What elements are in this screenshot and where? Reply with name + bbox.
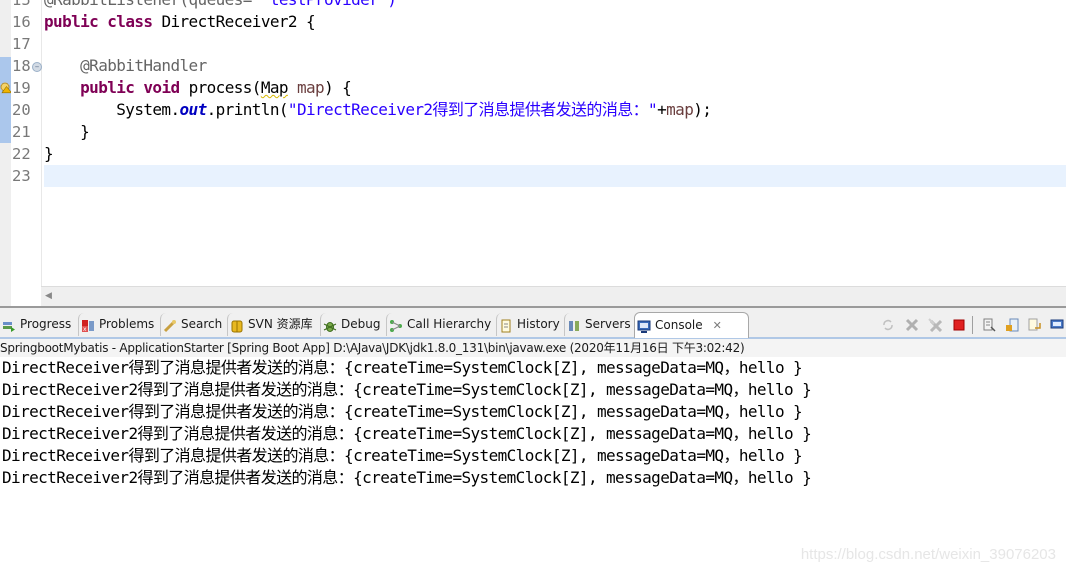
debug-icon <box>323 318 337 332</box>
code-line[interactable]: } <box>44 143 1066 165</box>
line-number: 23 <box>12 167 31 185</box>
horizontal-scrollbar[interactable]: ◀ <box>41 286 1066 307</box>
tab-label: Servers <box>585 317 631 331</box>
code-line[interactable]: } <box>44 121 1066 143</box>
tab-call-hierarchy[interactable]: Call Hierarchy <box>386 313 491 336</box>
tab-label: Problems <box>99 317 155 331</box>
code-token: ) { <box>324 78 352 97</box>
console-icon <box>637 319 651 333</box>
problems-icon: x <box>81 318 95 333</box>
code-editor[interactable]: 151617181920212223 − @RabbitListener(que… <box>0 0 1066 307</box>
line-number: 17 <box>12 35 31 53</box>
console-process-label: SpringbootMybatis - ApplicationStarter [… <box>0 339 1066 358</box>
servers-icon <box>567 318 581 332</box>
tab-label: History <box>517 317 560 331</box>
word-wrap-icon[interactable] <box>1028 317 1042 331</box>
line-number: 22 <box>12 145 31 163</box>
terminate-remove-icon[interactable] <box>905 317 919 332</box>
code-token: "testProvider") <box>252 0 397 9</box>
tab-label: Call Hierarchy <box>407 317 492 331</box>
code-token: process( <box>179 78 262 97</box>
fold-collapse-icon[interactable]: − <box>32 62 42 72</box>
display-console-icon[interactable] <box>1050 317 1064 331</box>
code-token: public <box>80 78 135 97</box>
tab-debug[interactable]: Debug <box>320 313 380 336</box>
line-number: 15 <box>12 0 31 9</box>
svg-text:x: x <box>83 326 87 333</box>
code-token: DirectReceiver2 { <box>152 12 316 31</box>
toolbar-separator <box>972 316 973 334</box>
progress-icon <box>2 318 16 332</box>
code-token: @RabbitListener(queues= <box>44 0 252 9</box>
code-line[interactable]: public class DirectReceiver2 { <box>44 11 1066 33</box>
line-number: 20 <box>12 101 31 119</box>
tab-label: Search <box>181 317 223 331</box>
panel-tab-bar: Progress x Problems Search SVN 资源库 Debug Call … <box>0 308 1066 339</box>
code-token: Map <box>260 78 289 97</box>
code-token: void <box>143 78 180 97</box>
scroll-lock-icon[interactable] <box>1005 317 1019 332</box>
code-token: @RabbitHandler <box>80 56 207 75</box>
overview-ruler <box>0 0 12 306</box>
relaunch-icon[interactable] <box>881 317 895 331</box>
close-icon[interactable]: ✕ <box>713 314 722 337</box>
console-line: DirectReceiver得到了消息提供者发送的消息：{createTime=… <box>2 446 803 465</box>
tab-problems[interactable]: x Problems <box>78 313 154 336</box>
code-token: .println( <box>206 100 289 119</box>
tab-servers[interactable]: Servers <box>564 313 631 336</box>
code-line[interactable]: @RabbitListener(queues= "testProvider") <box>44 0 1066 11</box>
code-token: ); <box>693 100 712 119</box>
code-token: } <box>44 144 54 163</box>
tab-search[interactable]: Search <box>160 313 222 336</box>
remove-all-terminated-icon[interactable] <box>928 317 943 333</box>
history-icon <box>499 318 513 332</box>
svn-repository-icon <box>230 318 244 332</box>
console-line: DirectReceiver2得到了消息提供者发送的消息：{createTime… <box>2 424 812 443</box>
code-line[interactable] <box>44 165 1066 187</box>
terminate-icon[interactable] <box>952 317 966 331</box>
code-area[interactable]: @RabbitListener(queues= "testProvider")p… <box>44 0 1066 286</box>
code-token: "DirectReceiver2得到了消息提供者发送的消息：" <box>287 100 658 119</box>
code-token: map <box>666 100 694 119</box>
code-line[interactable]: public void process(Map map) { <box>44 77 1066 99</box>
console-output[interactable]: DirectReceiver得到了消息提供者发送的消息：{createTime=… <box>0 357 1066 574</box>
tab-progress[interactable]: Progress <box>0 313 71 336</box>
line-number: 21 <box>12 123 31 141</box>
tab-svn[interactable]: SVN 资源库 <box>227 313 313 336</box>
code-token: map <box>296 78 325 97</box>
search-icon <box>163 318 177 332</box>
tab-label: Console <box>655 318 703 332</box>
console-line: DirectReceiver得到了消息提供者发送的消息：{createTime=… <box>2 402 803 421</box>
watermark: https://blog.csdn.net/weixin_39076203 <box>800 546 1056 563</box>
code-line[interactable] <box>44 33 1066 55</box>
tab-history[interactable]: History <box>496 313 560 336</box>
code-token: } <box>44 122 90 141</box>
tab-label: Debug <box>341 317 381 331</box>
tab-console[interactable]: Console ✕ <box>634 312 749 338</box>
console-line: DirectReceiver2得到了消息提供者发送的消息：{createTime… <box>2 468 812 487</box>
code-line[interactable]: @RabbitHandler <box>44 55 1066 77</box>
code-token: + <box>657 100 667 119</box>
console-line: DirectReceiver2得到了消息提供者发送的消息：{createTime… <box>2 380 812 399</box>
code-token: out <box>179 100 208 119</box>
clear-console-icon[interactable] <box>982 317 996 332</box>
call-hierarchy-icon <box>389 318 403 332</box>
code-line[interactable]: System.out.println("DirectReceiver2得到了消息… <box>44 99 1066 121</box>
code-token: System. <box>44 100 180 119</box>
line-number: 16 <box>12 13 31 31</box>
code-token: class <box>107 12 153 31</box>
tab-label: SVN 资源库 <box>248 317 313 331</box>
console-line: DirectReceiver得到了消息提供者发送的消息：{createTime=… <box>2 358 803 377</box>
line-number: 19 <box>12 79 31 97</box>
scroll-left-icon[interactable]: ◀ <box>45 291 52 301</box>
tab-label: Progress <box>20 317 72 331</box>
code-token: public <box>44 12 99 31</box>
